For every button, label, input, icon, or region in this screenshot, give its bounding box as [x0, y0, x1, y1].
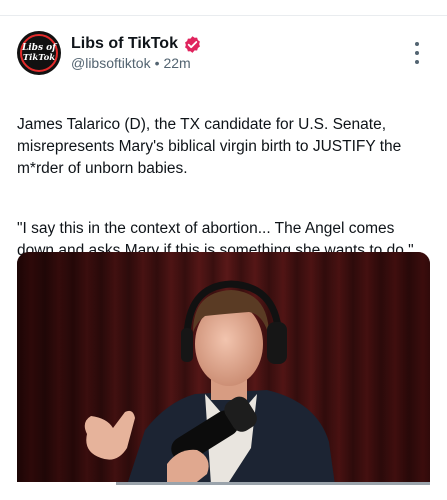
more-dot	[415, 60, 419, 64]
more-vertical-icon[interactable]	[412, 42, 422, 64]
curtain-fold	[45, 252, 73, 485]
more-dot	[415, 51, 419, 55]
verified-badge-icon	[185, 35, 200, 53]
video-progress-fill	[17, 482, 117, 485]
more-dot	[415, 42, 419, 46]
avatar-logo-text-line1: Libs of	[21, 43, 57, 53]
avatar[interactable]: Libs of TikTok	[17, 31, 61, 75]
video-player[interactable]	[17, 252, 430, 485]
author-display-name[interactable]: Libs of TikTok	[71, 35, 178, 53]
top-divider	[0, 15, 447, 16]
video-progress-bar[interactable]	[17, 482, 430, 485]
meta-separator: •	[154, 55, 160, 71]
author-handle[interactable]: @libsoftiktok	[71, 55, 151, 71]
headphones-earcup	[267, 322, 287, 364]
author-meta-row: @libsoftiktok • 22m	[71, 55, 191, 71]
avatar-logo-text-line2: TikTok	[22, 53, 56, 63]
curtain-fold	[381, 252, 409, 485]
post-timestamp[interactable]: 22m	[163, 55, 190, 71]
video-frame	[17, 252, 430, 485]
curtain-fold	[17, 252, 45, 485]
curtain-fold	[409, 252, 430, 485]
post-text-paragraph: James Talarico (D), the TX candidate for…	[17, 116, 402, 177]
headphones-earcup	[181, 328, 193, 362]
curtain-fold	[353, 252, 381, 485]
author-name-row: Libs of TikTok	[71, 33, 202, 55]
